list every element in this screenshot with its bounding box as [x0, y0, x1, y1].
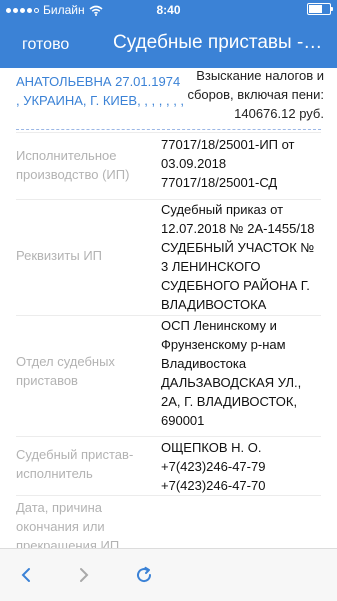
forward-button[interactable] — [70, 561, 98, 589]
battery-level — [309, 5, 323, 13]
browser-toolbar — [0, 548, 337, 601]
back-button[interactable] — [12, 561, 40, 589]
status-right — [307, 3, 333, 15]
detail-value: Судебный приказ от 12.07.2018 № 2А-1455/… — [161, 202, 315, 312]
detail-row-requisites: Реквизиты ИП Судебный приказ от 12.07.20… — [16, 199, 321, 315]
status-time: 8:40 — [156, 3, 181, 17]
subject-text: Взыскание налогов и сборов, включая пени… — [187, 68, 324, 121]
debtor-link[interactable]: АНАТОЛЬЕВНА 27.01.1974 , УКРАИНА, Г. КИЕ… — [16, 72, 186, 110]
detail-row-end-date: Дата, причина окончания или прекращения … — [16, 495, 321, 548]
reload-icon — [137, 566, 152, 583]
chevron-right-icon — [80, 568, 89, 582]
detail-label: Исполнительное производство (ИП) — [16, 148, 130, 182]
detail-label: Реквизиты ИП — [16, 248, 103, 263]
detail-row-proceeding: Исполнительное производство (ИП) 77017/1… — [16, 132, 321, 199]
reload-button[interactable] — [130, 561, 158, 589]
debtor-row: АНАТОЛЬЕВНА 27.01.1974 , УКРАИНА, Г. КИЕ… — [0, 68, 337, 132]
detail-value: ОЩЕПКОВ Н. О. +7(423)246-47-79 +7(423)24… — [161, 440, 266, 493]
detail-row-bailiff: Судебный пристав-исполнитель ОЩЕПКОВ Н. … — [16, 436, 321, 495]
detail-label: Дата, причина окончания или прекращения … — [16, 500, 120, 548]
detail-list: Исполнительное производство (ИП) 77017/1… — [16, 132, 321, 548]
detail-value: ОСП Ленинскому и Фрунзенскому р-нам Влад… — [161, 318, 302, 428]
battery-icon — [307, 3, 333, 15]
detail-label: Судебный пристав-исполнитель — [16, 447, 134, 481]
detail-label: Отдел судебных приставов — [16, 354, 115, 388]
chevron-left-icon — [21, 568, 30, 582]
done-button[interactable]: готово — [22, 36, 69, 54]
page-title: Судебные приставы -… — [113, 32, 323, 53]
divider — [16, 129, 321, 130]
detail-value: 77017/18/25001-ИП от 03.09.2018 77017/18… — [161, 137, 295, 190]
detail-row-department: Отдел судебных приставов ОСП Ленинскому … — [16, 315, 321, 436]
content-area[interactable]: АНАТОЛЬЕВНА 27.01.1974 , УКРАИНА, Г. КИЕ… — [0, 68, 337, 548]
navigation-bar: готово Судебные приставы -… — [0, 20, 337, 68]
status-bar: Билайн 8:40 — [0, 0, 337, 20]
